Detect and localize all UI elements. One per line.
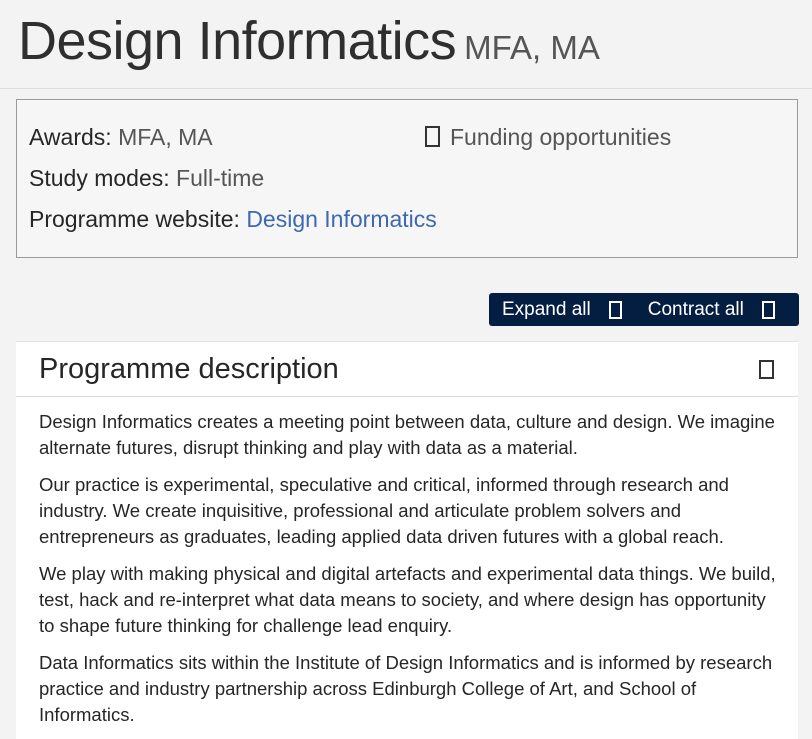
expand-all-label: Expand all (502, 298, 591, 320)
study-modes-label: Study modes: (29, 165, 170, 191)
description-paragraph: Our practice is experimental, speculativ… (39, 474, 729, 547)
awards-label: Awards: (29, 124, 112, 150)
programme-info-box: Awards: MFA, MA Study modes: Full-time P… (16, 99, 798, 258)
panel-body: Design Informatics creates a meeting poi… (16, 397, 798, 728)
contract-box-icon (761, 300, 775, 319)
title-bar: Design Informatics MFA, MA (0, 0, 812, 89)
programme-title: Design Informatics (18, 11, 457, 71)
programme-awards-subtitle: MFA, MA (464, 29, 600, 66)
funding-opportunities-link[interactable]: Funding opportunities (425, 124, 671, 152)
awards-row: Awards: MFA, MA (29, 124, 213, 152)
panel-toggle-box-icon[interactable] (759, 360, 774, 379)
programme-website-row: Programme website: Design Informatics (29, 206, 437, 234)
programme-website-label: Programme website: (29, 206, 240, 232)
page: Design Informatics MFA, MA Awards: MFA, M… (0, 0, 812, 739)
page-title: Design Informatics MFA, MA (18, 14, 600, 68)
description-paragraph: Data Informatics sits within the Institu… (39, 652, 773, 725)
description-paragraph: We play with making physical and digital… (39, 563, 776, 636)
awards-value: MFA, MA (118, 124, 213, 150)
study-modes-value: Full-time (176, 165, 265, 191)
contract-all-button[interactable]: Contract all (648, 299, 775, 321)
programme-website-link[interactable]: Design Informatics (246, 206, 436, 232)
panel-title: Programme description (39, 353, 339, 385)
expand-all-button[interactable]: Expand all (502, 299, 622, 321)
description-paragraph: Design Informatics creates a meeting poi… (39, 411, 775, 458)
contract-all-label: Contract all (647, 298, 744, 320)
programme-description-header[interactable]: Programme description (16, 342, 798, 397)
expand-box-icon (608, 300, 622, 319)
programme-description-panel: Programme description Design Informatics… (16, 341, 798, 739)
funding-opportunities-label: Funding opportunities (450, 124, 672, 150)
study-modes-row: Study modes: Full-time (29, 165, 264, 193)
accordion-toolbar: Expand all Contract all (489, 293, 799, 326)
checkbox-icon (425, 126, 440, 147)
